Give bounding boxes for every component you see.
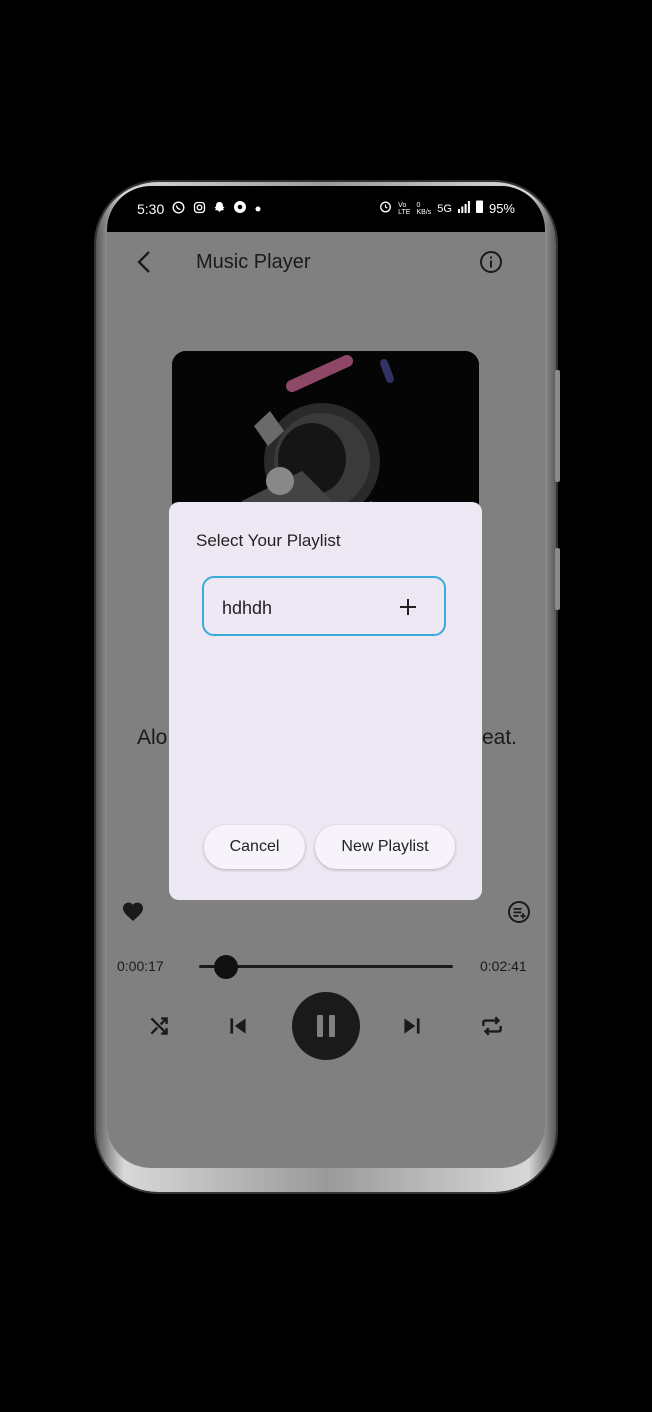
settings-badge-icon bbox=[233, 200, 247, 218]
signal-icon bbox=[457, 200, 470, 217]
repeat-icon[interactable] bbox=[479, 1013, 505, 1039]
shuffle-icon[interactable] bbox=[146, 1013, 172, 1039]
song-title-left: Alo bbox=[137, 726, 168, 749]
playlist-item[interactable]: hdhdh bbox=[202, 576, 446, 636]
status-left: 5:30 bbox=[137, 200, 261, 218]
pause-button[interactable] bbox=[292, 992, 360, 1060]
seek-thumb[interactable] bbox=[213, 955, 238, 979]
status-bar: 5:30 Vo LTE 0 KB/s 5G 95% bbox=[107, 186, 545, 232]
skip-previous-icon[interactable] bbox=[225, 1013, 251, 1039]
song-title-right: eat. bbox=[481, 726, 517, 749]
dot-icon bbox=[255, 203, 261, 216]
battery-icon bbox=[475, 200, 483, 217]
cancel-button[interactable]: Cancel bbox=[204, 825, 305, 869]
whatsapp-icon bbox=[172, 200, 185, 218]
power-button bbox=[555, 548, 560, 610]
total-duration: 0:02:41 bbox=[480, 958, 527, 974]
info-circle-icon[interactable] bbox=[479, 250, 503, 274]
skip-next-icon[interactable] bbox=[399, 1013, 425, 1039]
volume-button bbox=[555, 370, 560, 482]
page-title: Music Player bbox=[196, 251, 311, 273]
app-bar: Music Player bbox=[107, 232, 545, 294]
instagram-icon bbox=[193, 201, 206, 218]
alarm-icon bbox=[379, 200, 392, 217]
network-type: 5G bbox=[437, 202, 452, 215]
volte-icon: Vo LTE bbox=[398, 201, 411, 216]
status-time: 5:30 bbox=[137, 201, 165, 217]
data-speed-icon: 0 KB/s bbox=[416, 201, 432, 216]
heart-icon[interactable] bbox=[121, 900, 145, 924]
playlist-add-icon[interactable] bbox=[507, 900, 531, 924]
phone-screen: 5:30 Vo LTE 0 KB/s 5G 95% Music Player A… bbox=[107, 186, 545, 1168]
plus-icon[interactable] bbox=[397, 596, 419, 618]
chevron-left-icon[interactable] bbox=[133, 248, 157, 276]
playlist-name: hdhdh bbox=[222, 598, 273, 618]
snapchat-icon bbox=[214, 201, 225, 218]
status-right: Vo LTE 0 KB/s 5G 95% bbox=[379, 200, 515, 217]
pause-icon bbox=[317, 1015, 335, 1037]
battery-level: 95% bbox=[488, 201, 515, 216]
new-playlist-button[interactable]: New Playlist bbox=[315, 825, 455, 869]
select-playlist-dialog: Select Your Playlist hdhdh Cancel New Pl… bbox=[169, 502, 482, 900]
elapsed-time: 0:00:17 bbox=[117, 958, 164, 974]
dialog-title: Select Your Playlist bbox=[196, 531, 341, 550]
